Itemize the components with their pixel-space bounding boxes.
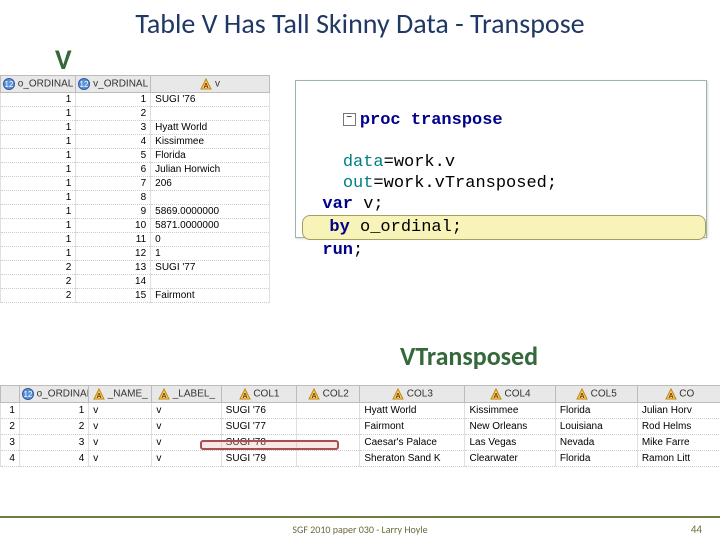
table-row: 33vvSUGI '78Caesar's PalaceLas VegasNeva… [1,435,720,451]
code-opt-out: out [343,174,374,193]
table-row: 22vvSUGI '77FairmontNew OrleansLouisiana… [1,419,720,435]
table-row: 1105871.0000000 [1,219,270,233]
table-row: 11SUGI '76 [1,93,270,107]
text-column-icon: A [158,388,170,400]
code-val-var: v; [363,195,383,214]
table-row: 1110 [1,233,270,247]
code-kw-run: run [322,241,353,260]
table-row: 215Fairmont [1,289,270,303]
numeric-column-icon: 12 [22,388,34,400]
col-header: o_ORDINAL [18,79,74,90]
svg-text:A: A [96,393,101,400]
code-val-out: =work.vTransposed; [373,174,557,193]
numeric-column-icon: 12 [78,78,90,90]
svg-text:A: A [204,83,209,90]
text-column-icon: A [665,388,677,400]
svg-text:A: A [579,393,584,400]
slide-number: 44 [691,523,702,536]
sas-code-block: −proc transpose data=work.v out=work.vTr… [295,80,707,238]
svg-text:12: 12 [80,80,89,89]
table-row: 1121 [1,247,270,261]
svg-text:12: 12 [5,80,14,89]
table-row: 44vvSUGI '79Sheraton Sand KClearwaterFlo… [1,451,720,467]
col-header: v [215,79,220,90]
highlighted-by-statement: by o_ordinal; [302,215,706,240]
svg-text:A: A [668,393,673,400]
table-v-label: V [55,42,72,77]
table-row: 14Kissimmee [1,135,270,149]
code-kw-proc: proc transpose [360,111,503,130]
text-column-icon: A [200,78,212,90]
numeric-column-icon: 12 [3,78,15,90]
table-row: 214 [1,275,270,289]
table-row: 17206 [1,177,270,191]
table-row: 15Florida [1,149,270,163]
svg-text:12: 12 [23,390,32,399]
svg-text:A: A [395,393,400,400]
table-row: 213SUGI '77 [1,261,270,275]
text-column-icon: A [490,388,502,400]
table-vtransposed: 12 o_ORDINALA _NAME_A _LABEL_A COL1A COL… [0,385,720,467]
text-column-icon: A [93,388,105,400]
collapse-toggle-icon[interactable]: − [343,113,356,126]
table-row: 12 [1,107,270,121]
table-v: 12 o_ORDINAL12 v_ORDINALA v 11SUGI '7612… [0,75,270,303]
table-row: 195869.0000000 [1,205,270,219]
table-vtransposed-label: VTransposed [400,340,538,372]
table-row: 16Julian Horwich [1,163,270,177]
svg-text:A: A [161,393,166,400]
text-column-icon: A [308,388,320,400]
footer-text: SGF 2010 paper 030 - Larry Hoyle [0,523,720,536]
code-opt-data: data [343,153,384,172]
text-column-icon: A [392,388,404,400]
code-val-data: =work.v [384,153,455,172]
text-column-icon: A [239,388,251,400]
page-title: Table V Has Tall Skinny Data - Transpose [0,0,720,41]
svg-text:A: A [493,393,498,400]
footer-divider [0,516,720,518]
svg-text:A: A [242,393,247,400]
row-highlight-marker [200,440,339,450]
col-header: v_ORDINAL [93,79,148,90]
text-column-icon: A [576,388,588,400]
code-kw-var: var [322,195,363,214]
table-row: 18 [1,191,270,205]
table-row: 13Hyatt World [1,121,270,135]
table-row: 11vvSUGI '76Hyatt WorldKissimmeeFloridaJ… [1,403,720,419]
svg-text:A: A [311,393,316,400]
